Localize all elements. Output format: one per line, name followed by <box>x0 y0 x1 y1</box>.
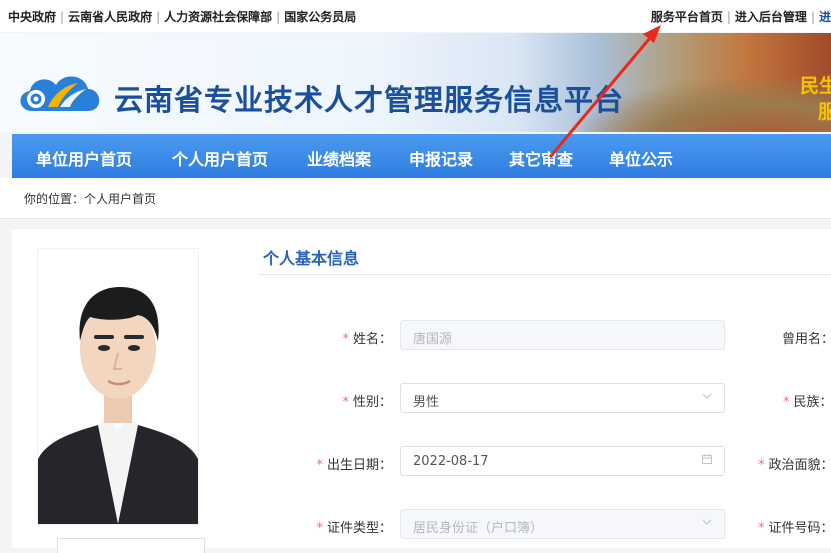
main-nav: 单位用户首页 个人用户首页 业绩档案 申报记录 其它审查 单位公示 <box>12 134 831 178</box>
breadcrumb: 你的位置：个人用户首页 <box>0 178 831 219</box>
birth-date-value: 2022-08-17 <box>413 454 489 469</box>
nav-other-review[interactable]: 其它审查 <box>509 146 573 170</box>
nav-application-records[interactable]: 申报记录 <box>409 146 473 170</box>
id-type-value: 居民身份证（户口簿） <box>413 521 544 536</box>
link-central-gov[interactable]: 中央政府 <box>8 10 56 24</box>
section-title: 个人基本信息 <box>263 249 360 268</box>
id-number-label: * 证件号码： <box>758 521 831 536</box>
slogan-line-2: 服 <box>818 101 831 123</box>
slogan-line-1: 民生 <box>800 75 831 97</box>
chevron-down-icon <box>700 516 714 530</box>
link-platform-home[interactable]: 服务平台首页 <box>651 10 723 24</box>
nav-personal-home[interactable]: 个人用户首页 <box>172 146 268 170</box>
birth-date-label: * 出生日期： <box>316 458 392 473</box>
platform-links: 服务平台首页 | 进入后台管理 | 进 <box>650 10 831 24</box>
site-title: 云南省专业技术人才管理服务信息平台 <box>114 85 625 117</box>
nav-performance-archive[interactable]: 业绩档案 <box>307 146 371 170</box>
profile-photo <box>37 248 199 525</box>
gender-select[interactable]: 男性 <box>400 383 725 413</box>
calendar-icon <box>700 453 714 467</box>
birth-date-field[interactable]: 2022-08-17 <box>400 446 725 476</box>
gender-value: 男性 <box>413 395 440 410</box>
platform-logo-icon <box>20 76 100 111</box>
link-admin-backend[interactable]: 进入后台管理 <box>735 10 807 24</box>
political-status-label: * 政治面貌： <box>758 458 831 473</box>
name-label: * 姓名： <box>342 332 392 347</box>
header-banner: 云南省专业技术人才管理服务信息平台 民生 服 <box>0 33 831 132</box>
link-civil-service-bureau[interactable]: 国家公务员局 <box>284 10 356 24</box>
ethnicity-label: * 民族： <box>783 395 831 410</box>
top-links-bar: 中央政府 | 云南省人民政府 | 人力资源社会保障部 | 国家公务员局 服务平台首页 | 进入后… <box>0 0 831 32</box>
link-mohrss[interactable]: 人力资源社会保障部 <box>164 10 272 24</box>
chevron-down-icon <box>700 390 714 404</box>
link-yunnan-gov[interactable]: 云南省人民政府 <box>68 10 152 24</box>
breadcrumb-text: 你的位置：个人用户首页 <box>24 192 157 206</box>
id-type-label: * 证件类型： <box>316 521 392 536</box>
nav-unit-home[interactable]: 单位用户首页 <box>36 146 132 170</box>
name-field[interactable]: 唐国源 <box>400 320 725 350</box>
nav-unit-notice[interactable]: 单位公示 <box>609 146 673 170</box>
gov-links: 中央政府 | 云南省人民政府 | 人力资源社会保障部 | 国家公务员局 <box>8 10 357 24</box>
id-type-select[interactable]: 居民身份证（户口簿） <box>400 509 725 539</box>
person-photo-icon <box>38 249 198 524</box>
section-divider <box>258 274 831 275</box>
upload-photo-button[interactable] <box>57 538 205 553</box>
name-value: 唐国源 <box>413 332 453 347</box>
former-name-label: 曾用名： <box>782 332 831 347</box>
gender-label: * 性别： <box>342 395 392 410</box>
